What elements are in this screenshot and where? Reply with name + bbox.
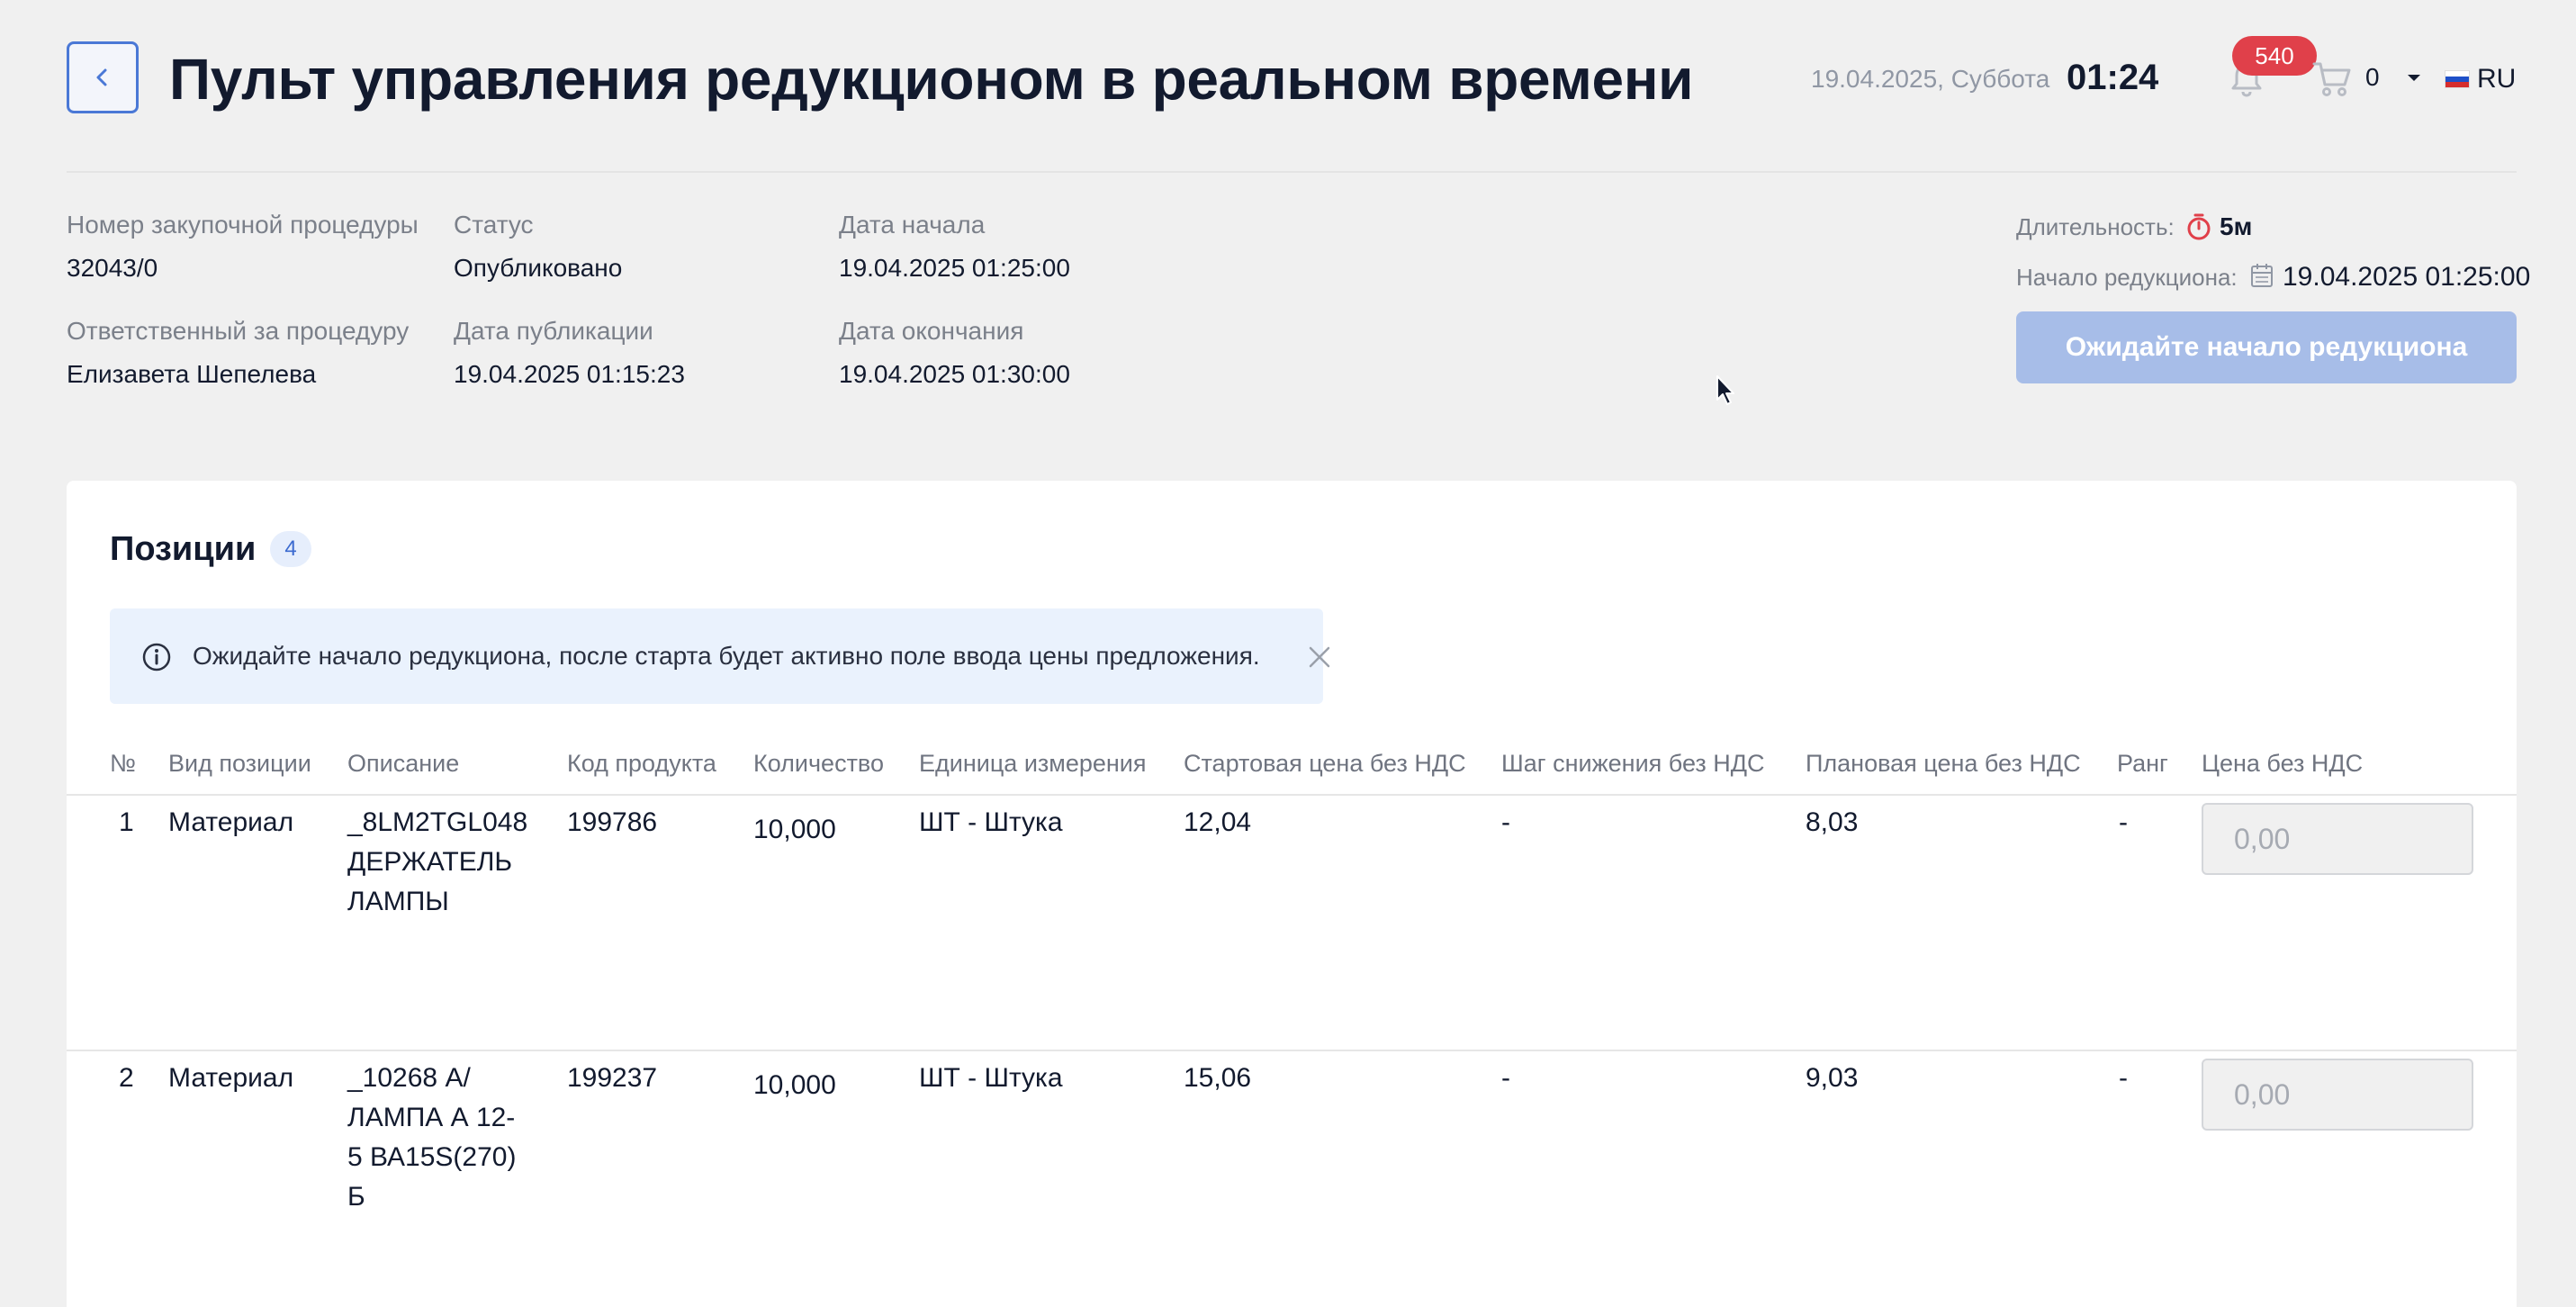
- end-date-value: 19.04.2025 01:30:00: [839, 360, 1070, 388]
- positions-card: Позиции 4 Ожидайте начало редукциона, по…: [67, 481, 2517, 1307]
- row-rank: -: [2119, 1063, 2128, 1093]
- responsible-value: Елизавета Шепелева: [67, 360, 317, 388]
- positions-title: Позиции: [110, 530, 257, 568]
- row-unit: ШТ - Штука: [919, 1063, 1063, 1093]
- info-icon: [142, 643, 171, 672]
- row-code: 199237: [567, 1063, 658, 1093]
- row-divider: [67, 1050, 2517, 1051]
- col-header-type: Вид позиции: [168, 750, 311, 777]
- row-num: 2: [119, 1063, 134, 1093]
- row-code: 199786: [567, 807, 658, 837]
- row-quantity: 10,000: [753, 1070, 836, 1100]
- row-description-line: ЛАМПЫ: [347, 887, 449, 916]
- end-date-label: Дата окончания: [839, 317, 1024, 345]
- row-planned-price: 9,03: [1806, 1063, 1859, 1093]
- col-header-rank: Ранг: [2117, 750, 2168, 777]
- row-description-line: ЛАМПА А 12-: [347, 1103, 516, 1132]
- row-description-line: 5 ВА15S(270): [347, 1142, 517, 1172]
- page-title: Пульт управления редукционом в реальном …: [169, 47, 1694, 112]
- col-header-quantity: Количество: [753, 750, 884, 777]
- russia-flag-icon: [2445, 70, 2470, 88]
- row-start-price: 15,06: [1184, 1063, 1252, 1093]
- current-time: 01:24: [2067, 58, 2159, 97]
- row-description-line: Б: [347, 1182, 365, 1212]
- start-date-value: 19.04.2025 01:25:00: [839, 254, 1070, 282]
- row-description-line: _10268 А/: [347, 1063, 471, 1093]
- page-header: Пульт управления редукционом в реальном …: [67, 36, 2517, 115]
- row-description-line: _8LM2TGL048: [347, 807, 528, 837]
- row-num: 1: [119, 807, 134, 837]
- row-step: -: [1501, 1063, 1510, 1093]
- row-type: Материал: [168, 1063, 294, 1093]
- col-header-description: Описание: [347, 750, 460, 777]
- current-date: 19.04.2025, Суббота: [1811, 65, 2050, 93]
- procedure-number-value: 32043/0: [67, 254, 158, 282]
- info-alert-text: Ожидайте начало редукциона, после старта…: [193, 642, 1260, 670]
- mouse-cursor-icon: [1716, 375, 1734, 405]
- row-planned-price: 8,03: [1806, 807, 1859, 837]
- auction-start-value: 19.04.2025 01:25:00: [2283, 262, 2531, 292]
- col-header-price: Цена без НДС: [2202, 750, 2364, 777]
- close-icon[interactable]: [1307, 644, 1332, 670]
- auction-start-label: Начало редукциона:: [2016, 264, 2238, 291]
- row-step: -: [1501, 807, 1510, 837]
- status-value: Опубликовано: [454, 254, 623, 282]
- cart-count: 0: [2365, 63, 2380, 91]
- responsible-label: Ответственный за процедуру: [67, 317, 410, 345]
- table-header-divider: [67, 794, 2517, 796]
- cart-icon[interactable]: [2311, 59, 2353, 99]
- header-divider: [67, 171, 2517, 173]
- price-input[interactable]: [2202, 803, 2473, 875]
- info-alert: Ожидайте начало редукциона, после старта…: [110, 608, 1330, 704]
- price-input[interactable]: [2202, 1059, 2473, 1131]
- published-value: 19.04.2025 01:15:23: [454, 360, 685, 388]
- positions-count: 4: [270, 531, 311, 567]
- calendar-icon: [2251, 264, 2273, 287]
- procedure-number-label: Номер закупочной процедуры: [67, 211, 419, 239]
- row-rank: -: [2119, 807, 2128, 837]
- timer-icon: [2187, 213, 2211, 240]
- col-header-num: №: [110, 750, 136, 777]
- wait-auction-button[interactable]: Ожидайте начало редукциона: [2016, 311, 2517, 383]
- col-header-planned-price: Плановая цена без НДС: [1806, 750, 2081, 777]
- notifications-badge[interactable]: 540: [2232, 36, 2317, 76]
- status-label: Статус: [454, 211, 534, 239]
- col-header-unit: Единица измерения: [919, 750, 1147, 777]
- row-start-price: 12,04: [1184, 807, 1252, 837]
- row-unit: ШТ - Штука: [919, 807, 1063, 837]
- start-date-label: Дата начала: [839, 211, 986, 239]
- col-header-step: Шаг снижения без НДС: [1501, 750, 1765, 777]
- row-type: Материал: [168, 807, 294, 837]
- duration-label: Длительность:: [2016, 213, 2175, 240]
- published-label: Дата публикации: [454, 317, 653, 345]
- col-header-start-price: Стартовая цена без НДС: [1184, 750, 1466, 777]
- caret-down-icon[interactable]: [2405, 68, 2423, 86]
- duration-value: 5м: [2220, 212, 2253, 240]
- col-header-code: Код продукта: [567, 750, 716, 777]
- row-description-line: ДЕРЖАТЕЛЬ: [347, 847, 513, 877]
- row-quantity: 10,000: [753, 815, 836, 844]
- back-button[interactable]: [67, 41, 139, 113]
- language-selector[interactable]: RU: [2477, 61, 2516, 97]
- chevron-left-icon: [96, 68, 107, 86]
